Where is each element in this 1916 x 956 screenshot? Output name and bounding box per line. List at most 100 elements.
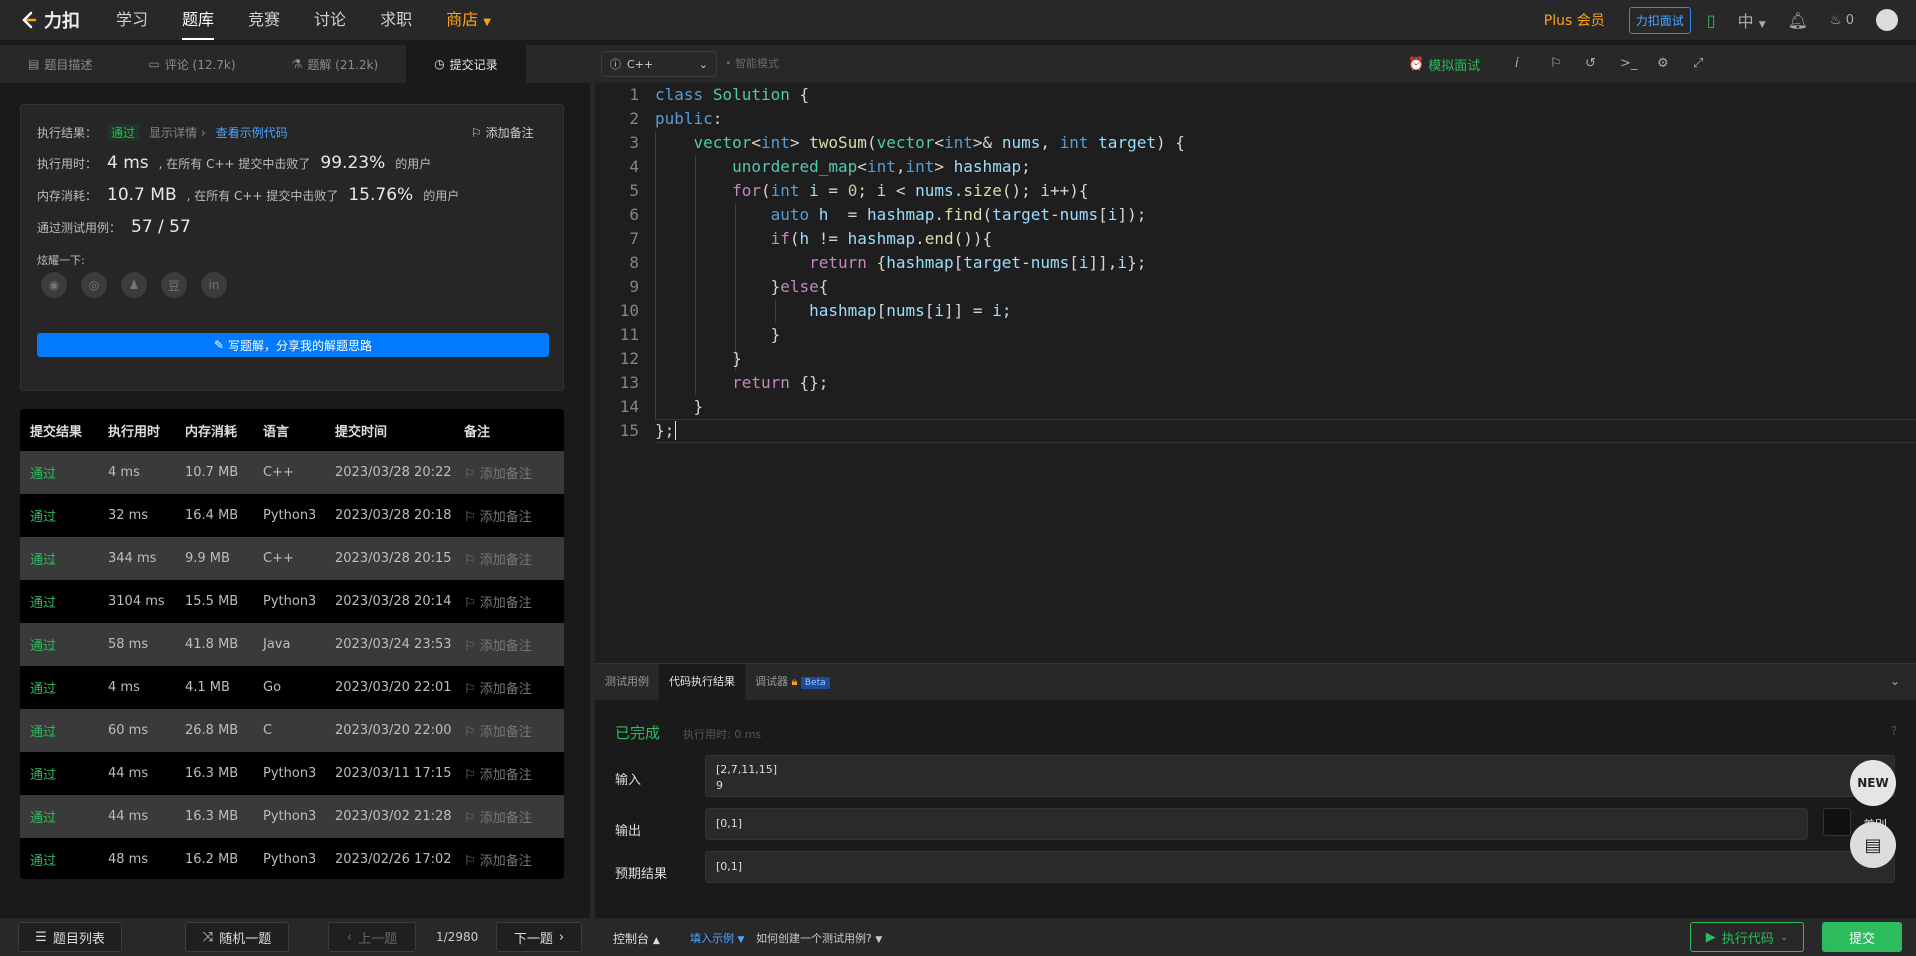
code-line: for(int i = 0; i < nums.size(); i++){ xyxy=(732,181,1089,200)
points-display[interactable]: ♨ 0 xyxy=(1830,13,1854,28)
next-problem-button[interactable]: 下一题 › xyxy=(496,922,582,952)
nav-link-learn[interactable]: 学习 xyxy=(116,0,148,40)
fill-sample-button[interactable]: 填入示例 ▼ xyxy=(690,930,744,946)
add-note-button[interactable]: ⚐ 添加备注 xyxy=(464,678,532,697)
phone-icon[interactable]: ▯ xyxy=(1707,11,1716,30)
submission-status[interactable]: 通过 xyxy=(30,678,56,697)
submission-status[interactable]: 通过 xyxy=(30,635,56,654)
submission-status[interactable]: 通过 xyxy=(30,549,56,568)
table-row[interactable]: 通过 4 ms 10.7 MB C++ 2023/03/28 20:22 ⚐ 添加备注 xyxy=(20,451,564,494)
smart-mode-toggle[interactable]: • 智能模式 xyxy=(725,45,779,83)
submission-status[interactable]: 通过 xyxy=(30,506,56,525)
prev-problem-button[interactable]: ‹ 上一题 xyxy=(328,922,416,952)
add-note-button[interactable]: ⚐ 添加备注 xyxy=(464,549,532,568)
notebook-icon[interactable]: ▤ xyxy=(1850,822,1896,868)
douban-icon[interactable]: 豆 xyxy=(161,272,187,298)
table-row[interactable]: 通过 344 ms 9.9 MB C++ 2023/03/28 20:15 ⚐ 添加备注 xyxy=(20,537,564,580)
nav-link-contest[interactable]: 竞赛 xyxy=(248,0,280,40)
tab-solutions[interactable]: ⚗ 题解 (21.2k) xyxy=(264,45,407,83)
how-create-testcase-link[interactable]: 如何创建一个测试用例? ▼ xyxy=(756,930,882,946)
diff-toggle[interactable] xyxy=(1823,808,1851,836)
leetcode-logo[interactable]: 力扣 xyxy=(18,0,80,40)
submit-button[interactable]: 提交 xyxy=(1822,922,1902,952)
add-note-button[interactable]: ⚐ 添加备注 xyxy=(464,850,532,869)
add-note-button[interactable]: ⚐ 添加备注 xyxy=(464,764,532,783)
nav-link-jobs[interactable]: 求职 xyxy=(380,0,412,40)
input-label: 输入 xyxy=(615,773,642,788)
add-note-label: 添加备注 xyxy=(479,725,532,740)
mock-interview-button[interactable]: ⏰ 模拟面试 xyxy=(1408,45,1480,83)
table-row[interactable]: 通过 58 ms 41.8 MB Java 2023/03/24 23:53 ⚐ 添加备注 xyxy=(20,623,564,666)
result-label: 执行结果： xyxy=(37,126,98,140)
add-note-button[interactable]: ⚐ 添加备注 xyxy=(471,124,534,141)
linkedin-icon[interactable]: in xyxy=(201,272,227,298)
nav-link-problems[interactable]: 题库 xyxy=(182,0,215,40)
table-row[interactable]: 通过 48 ms 16.2 MB Python3 2023/02/26 17:02 ⚐ 添… xyxy=(20,838,564,879)
chevron-down-icon[interactable]: ⌄ xyxy=(1890,674,1900,688)
help-icon[interactable]: ? xyxy=(1891,724,1897,738)
flag-icon: ⚐ xyxy=(464,768,480,783)
flag-icon[interactable]: ⚐ xyxy=(1550,45,1562,83)
random-problem-button[interactable]: ⤨ 随机一题 xyxy=(185,922,289,952)
memory-desc: , 在所有 C++ 提交中击败了 xyxy=(186,189,339,203)
submission-status[interactable]: 通过 xyxy=(30,807,56,826)
tab-debugger[interactable]: 调试器 🔒︎ Beta xyxy=(745,664,840,700)
tab-comments[interactable]: ▭ 评论 (12.7k) xyxy=(120,45,263,83)
nav-link-store[interactable]: 商店 ▼ xyxy=(446,0,491,40)
submission-status[interactable]: 通过 xyxy=(30,764,56,783)
submission-language: C++ xyxy=(263,551,294,566)
run-code-button[interactable]: ▶ 执行代码 ⌄ xyxy=(1690,922,1804,952)
qq-icon[interactable]: ♟ xyxy=(121,272,147,298)
run-exec-time: 执行用时: 0 ms xyxy=(683,728,762,741)
bell-icon[interactable]: 🔔︎ xyxy=(1788,11,1808,30)
runtime-label: 执行用时： xyxy=(37,157,98,171)
new-feature-button[interactable]: NEW xyxy=(1850,760,1896,806)
table-row[interactable]: 通过 3104 ms 15.5 MB Python3 2023/03/28 20:14 ⚐… xyxy=(20,580,564,623)
tab-label: 提交记录 xyxy=(449,57,498,72)
tab-testcase[interactable]: 测试用例 xyxy=(595,664,659,700)
write-solution-button[interactable]: ✎ 写题解，分享我的解题思路 xyxy=(37,333,549,357)
settings-icon[interactable]: ⚙ xyxy=(1657,45,1669,83)
submission-status[interactable]: 通过 xyxy=(30,592,56,611)
table-row[interactable]: 通过 44 ms 16.3 MB Python3 2023/03/11 17:15 ⚐ 添… xyxy=(20,752,564,795)
reset-icon[interactable]: ↺ xyxy=(1585,45,1596,83)
doc-icon: ▤ xyxy=(28,57,40,71)
language-switch[interactable]: 中 ▼ xyxy=(1738,8,1766,32)
tab-run-result[interactable]: 代码执行结果 xyxy=(659,664,745,700)
table-row[interactable]: 通过 60 ms 26.8 MB C 2023/03/20 22:00 ⚐ 添加备注 xyxy=(20,709,564,752)
add-note-label: 添加备注 xyxy=(479,510,532,525)
submission-status[interactable]: 通过 xyxy=(30,721,56,740)
problem-list-button[interactable]: ☰ 题目列表 xyxy=(18,922,122,952)
output-value: [0,1] xyxy=(705,808,1808,840)
add-note-button[interactable]: ⚐ 添加备注 xyxy=(464,506,532,525)
submission-status[interactable]: 通过 xyxy=(30,850,56,869)
show-detail-link[interactable]: 显示详情 › xyxy=(149,124,206,141)
table-row[interactable]: 通过 44 ms 16.3 MB Python3 2023/03/02 21:28 ⚐ 添… xyxy=(20,795,564,838)
table-row[interactable]: 通过 4 ms 4.1 MB Go 2023/03/20 22:01 ⚐ 添加备注 xyxy=(20,666,564,709)
info-italic-icon[interactable]: i xyxy=(1515,45,1519,83)
tab-description[interactable]: ▤ 题目描述 xyxy=(0,45,120,83)
wechat-icon[interactable]: ◉ xyxy=(41,272,67,298)
add-note-button[interactable]: ⚐ 添加备注 xyxy=(464,592,532,611)
avatar[interactable] xyxy=(1876,9,1898,31)
line-number: 10 xyxy=(619,301,639,320)
add-note-button[interactable]: ⚐ 添加备注 xyxy=(464,721,532,740)
interview-button[interactable]: 力扣面试 xyxy=(1628,6,1691,34)
fill-sample-label: 填入示例 xyxy=(690,932,734,945)
beta-badge: Beta xyxy=(800,677,830,689)
nav-link-discuss[interactable]: 讨论 xyxy=(314,0,346,40)
add-note-button[interactable]: ⚐ 添加备注 xyxy=(464,635,532,654)
view-sample-link[interactable]: 查看示例代码 xyxy=(216,124,288,141)
add-note-button[interactable]: ⚐ 添加备注 xyxy=(464,807,532,826)
add-note-button[interactable]: ⚐ 添加备注 xyxy=(464,463,532,482)
fullscreen-icon[interactable]: ⤢ xyxy=(1693,45,1703,83)
code-editor[interactable]: 1 2 3 4 5 6 7 8 9 10 11 12 13 14 15 class Solution { p… xyxy=(595,83,1916,663)
table-row[interactable]: 通过 32 ms 16.4 MB Python3 2023/03/28 20:18 ⚐ 添… xyxy=(20,494,564,537)
language-select[interactable]: ⓘ C++ ⌄ xyxy=(601,51,717,77)
tab-submissions[interactable]: ◷ 提交记录 xyxy=(406,45,526,83)
plus-member-link[interactable]: Plus 会员 xyxy=(1544,10,1605,30)
weibo-icon[interactable]: ◎ xyxy=(81,272,107,298)
console-toggle[interactable]: 控制台 ▲ xyxy=(613,930,660,947)
submission-status[interactable]: 通过 xyxy=(30,463,56,482)
terminal-icon[interactable]: >_ xyxy=(1620,45,1637,83)
